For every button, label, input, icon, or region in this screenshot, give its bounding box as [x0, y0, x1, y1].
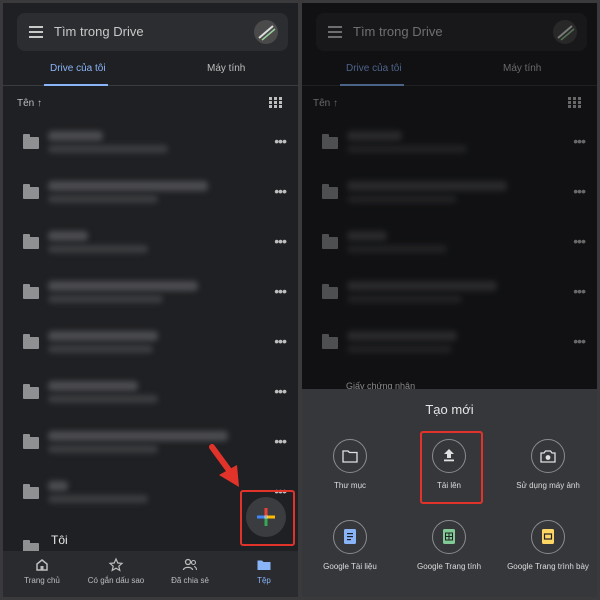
folder-icon — [23, 484, 39, 499]
folder-icon — [23, 184, 39, 199]
camera-icon — [540, 450, 556, 463]
more-options-icon[interactable]: ••• — [274, 233, 287, 249]
nav-starred-label: Có gắn dấu sao — [87, 576, 145, 585]
folder-icon — [23, 284, 39, 299]
highlight-box — [420, 431, 483, 504]
grid-view-icon[interactable] — [269, 97, 282, 108]
list-item[interactable]: ••• — [3, 273, 298, 323]
more-options-icon[interactable]: ••• — [274, 283, 287, 299]
tab-underline — [44, 84, 108, 86]
nav-shared[interactable]: Đã chia sẻ — [155, 557, 225, 585]
tab-bar: Drive của tôi Máy tính — [3, 55, 298, 86]
blurred-filename — [48, 431, 228, 441]
blurred-filename — [48, 131, 103, 141]
people-icon — [182, 558, 198, 571]
highlight-box — [240, 490, 295, 546]
nav-shared-label: Đã chia sẻ — [171, 576, 209, 585]
blurred-subtitle — [48, 245, 148, 253]
nav-files-label: Tệp — [257, 576, 271, 585]
more-options-icon[interactable]: ••• — [274, 383, 287, 399]
sort-bar: Tên ↑ — [3, 96, 298, 116]
create-new-sheet: Tạo mới Thư mục Tải lên Sử dụng máy ảnh — [302, 389, 597, 597]
list-item[interactable]: ••• — [3, 323, 298, 373]
blurred-filename — [48, 381, 138, 391]
search-placeholder: Tìm trong Drive — [54, 24, 144, 39]
nav-home-label: Trang chủ — [24, 576, 60, 585]
bottom-navigation: Trang chủ Có gắn dấu sao Đã chia sẻ Tệp — [3, 551, 298, 597]
blurred-filename — [48, 331, 158, 341]
folder-icon — [342, 450, 358, 463]
option-folder[interactable]: Thư mục — [305, 439, 395, 491]
blurred-filename — [48, 231, 88, 241]
list-item[interactable]: ••• — [3, 123, 298, 173]
option-google-docs[interactable]: Google Tài liệu — [305, 520, 395, 572]
arrow-indicator-icon — [209, 444, 239, 487]
nav-starred[interactable]: Có gắn dấu sao — [81, 557, 151, 585]
option-google-sheets[interactable]: Google Trang tính — [404, 520, 494, 572]
list-item[interactable]: ••• — [3, 373, 298, 423]
option-circle — [333, 439, 367, 473]
right-screen: Tìm trong Drive Drive của tôi Máy tính T… — [302, 3, 597, 597]
option-google-slides[interactable]: Google Trang trình bày — [503, 520, 593, 572]
left-screen: Tìm trong Drive Drive của tôi Máy tính T… — [3, 3, 298, 597]
option-label: Google Trang tính — [416, 562, 482, 571]
star-icon — [108, 557, 124, 572]
blurred-filename — [48, 481, 68, 491]
option-label: Sử dụng máy ảnh — [516, 481, 580, 490]
option-camera[interactable]: Sử dụng máy ảnh — [503, 439, 593, 491]
more-options-icon[interactable]: ••• — [274, 183, 287, 199]
option-label: Google Tài liệu — [323, 562, 377, 571]
menu-icon[interactable] — [29, 26, 43, 38]
tab-computers[interactable]: Máy tính — [207, 63, 245, 74]
sheet-title: Tạo mới — [425, 402, 474, 417]
option-label: Thư mục — [333, 481, 367, 490]
blurred-subtitle — [48, 295, 163, 303]
folder-name: Tôi — [51, 533, 68, 547]
folder-icon — [23, 334, 39, 349]
avatar[interactable] — [254, 20, 278, 44]
folder-icon — [23, 234, 39, 249]
nav-home[interactable]: Trang chủ — [7, 557, 77, 585]
tab-my-drive[interactable]: Drive của tôi — [50, 63, 106, 74]
nav-files[interactable]: Tệp — [229, 557, 298, 585]
blurred-subtitle — [48, 345, 153, 353]
blurred-subtitle — [48, 395, 158, 403]
option-circle — [531, 439, 565, 473]
search-bar[interactable]: Tìm trong Drive — [17, 13, 288, 51]
google-slides-icon — [542, 529, 554, 544]
more-options-icon[interactable]: ••• — [274, 433, 287, 449]
blurred-subtitle — [48, 445, 158, 453]
list-item[interactable]: ••• — [3, 173, 298, 223]
folder-icon — [257, 560, 271, 570]
blurred-filename — [48, 181, 208, 191]
option-circle — [333, 520, 367, 554]
blurred-filename — [48, 281, 198, 291]
list-item[interactable]: ••• — [3, 423, 298, 473]
option-circle — [531, 520, 565, 554]
sort-by-name[interactable]: Tên ↑ — [17, 98, 42, 109]
more-options-icon[interactable]: ••• — [274, 133, 287, 149]
home-icon — [36, 559, 48, 571]
list-item[interactable]: ••• — [3, 223, 298, 273]
option-circle — [432, 520, 466, 554]
blurred-subtitle — [48, 495, 148, 503]
option-label: Google Trang trình bày — [507, 562, 589, 571]
blurred-subtitle — [48, 145, 168, 153]
blurred-subtitle — [48, 195, 158, 203]
folder-icon — [23, 384, 39, 399]
google-sheets-icon — [443, 529, 455, 544]
more-options-icon[interactable]: ••• — [274, 333, 287, 349]
google-docs-icon — [344, 529, 356, 544]
folder-icon — [23, 134, 39, 149]
folder-icon — [23, 434, 39, 449]
